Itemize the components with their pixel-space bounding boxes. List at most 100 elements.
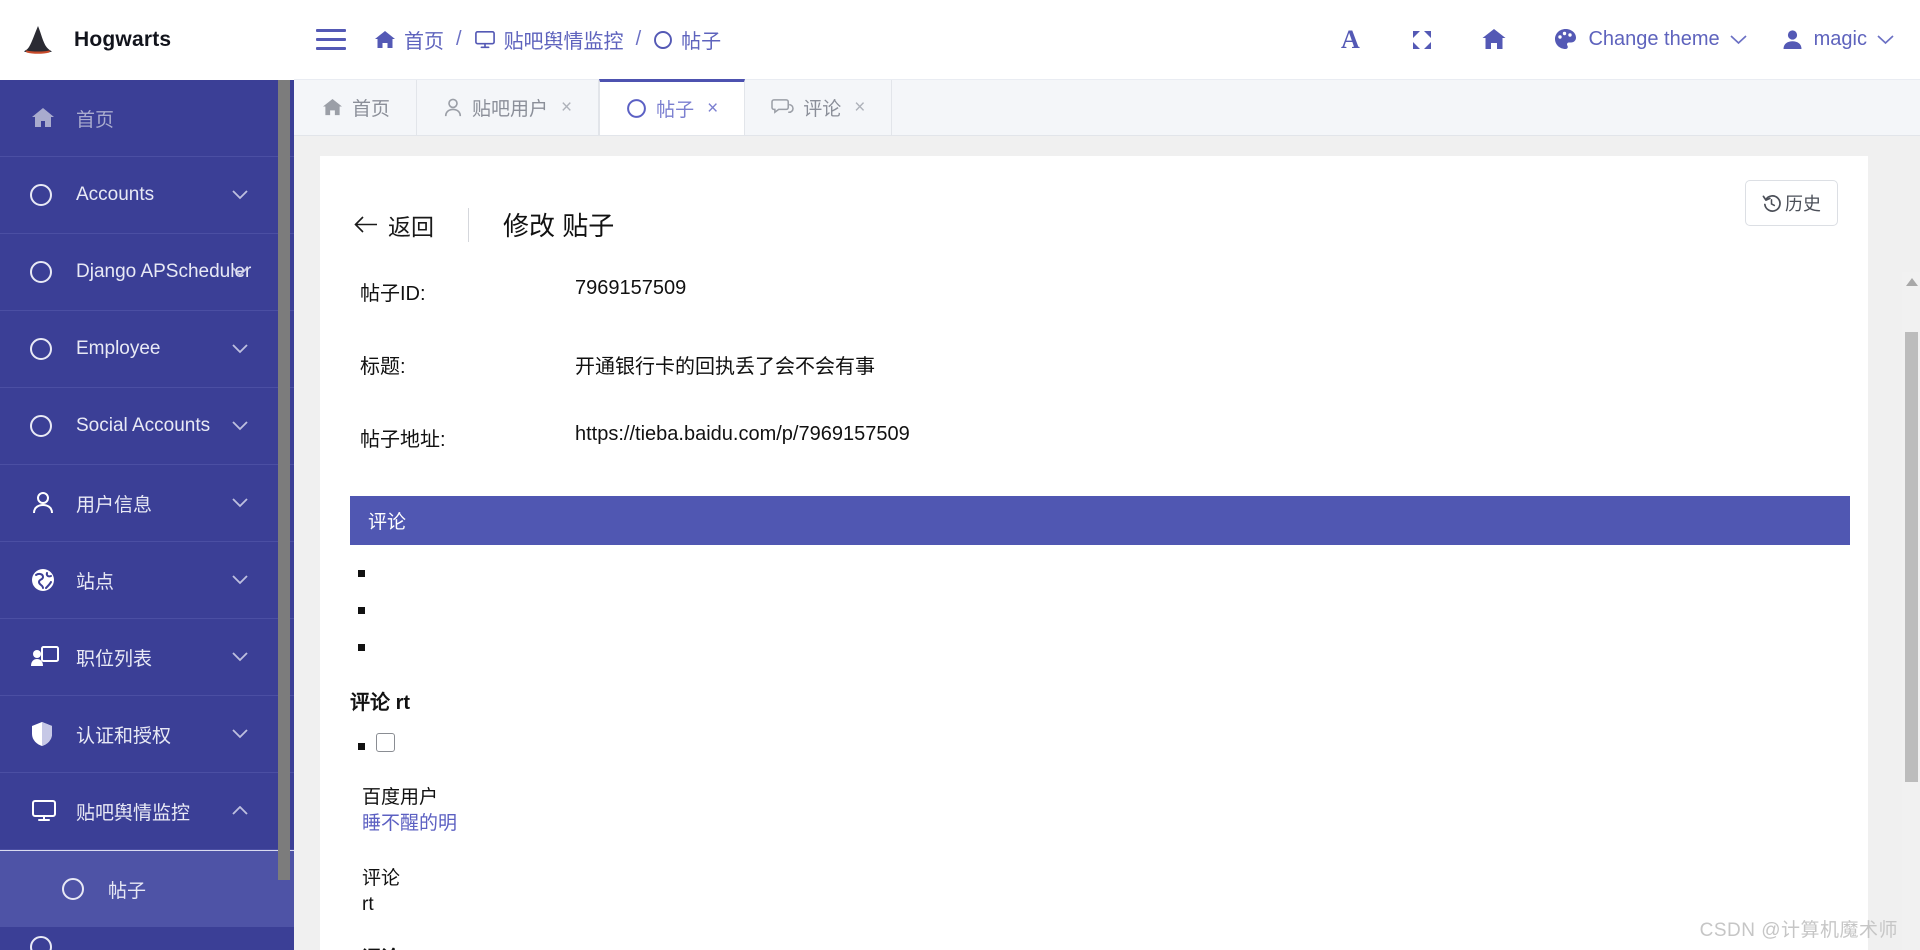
sidebar-item-label: 职位列表: [76, 648, 153, 670]
font-size-icon[interactable]: A: [1325, 15, 1375, 65]
globe-icon: [30, 567, 70, 593]
sidebar-item-label: Social Accounts: [76, 415, 211, 436]
field-label: 标题:: [360, 356, 406, 378]
content-scrollbar[interactable]: [1902, 272, 1920, 950]
shield-icon: [30, 721, 70, 747]
comments-icon: [771, 97, 795, 118]
fullscreen-icon[interactable]: [1397, 15, 1447, 65]
comment-author-block: 百度用户 睡不醒的明: [362, 785, 1868, 836]
sidebar-item-site[interactable]: 站点: [0, 542, 294, 619]
comment-body-block: 评论 rt: [362, 866, 1868, 917]
tab-posts[interactable]: 帖子 ×: [599, 79, 746, 135]
sidebar-item-label: Employee: [76, 338, 161, 359]
sidebar-item-tieba-monitor[interactable]: 贴吧舆情监控: [0, 773, 294, 850]
field-value: https://tieba.baidu.com/p/7969157509: [575, 423, 910, 445]
scroll-up-arrow-icon[interactable]: [1906, 278, 1918, 286]
tab-label: 贴吧用户: [472, 99, 549, 120]
chevron-down-icon: [1730, 34, 1747, 45]
sidebar-item-posts[interactable]: 帖子: [0, 850, 294, 927]
user-menu-button[interactable]: magic: [1781, 28, 1894, 51]
field-label: 帖子地址:: [360, 429, 446, 451]
tab-close-icon[interactable]: ×: [561, 97, 572, 119]
arrow-left-icon: [354, 216, 378, 233]
list-item: [320, 633, 1868, 670]
user-icon: [1781, 28, 1804, 51]
tab-comments[interactable]: 评论 ×: [745, 80, 893, 135]
topbar: 首页 / 贴吧舆情监控 / 帖子 A Change theme magic: [294, 0, 1920, 80]
comment-select-row: [320, 733, 1868, 759]
history-icon: [1762, 194, 1781, 213]
comment-body-label: 评论: [362, 868, 401, 890]
list-item: [320, 596, 1868, 633]
change-theme-button[interactable]: Change theme: [1553, 27, 1747, 52]
monitor-icon: [474, 30, 496, 50]
user-icon: [30, 490, 70, 516]
sidebar-item-django-apscheduler[interactable]: Django APScheduler: [0, 234, 294, 311]
back-button[interactable]: 返回: [354, 208, 434, 242]
tab-home[interactable]: 首页: [296, 80, 418, 135]
sidebar-item-label: 认证和授权: [76, 725, 172, 747]
sidebar-item-home[interactable]: 首页: [0, 80, 294, 157]
comment-subheading-value: rt: [395, 692, 411, 714]
sidebar-item-employee[interactable]: Employee: [0, 311, 294, 388]
chevron-down-icon: [232, 190, 248, 200]
user-icon: [443, 97, 463, 118]
content-area: 返回 修改 贴子 历史 帖子ID: 7969157509 标题: 开通银行卡的回…: [294, 136, 1920, 950]
post-fields: 帖子ID: 7969157509 标题: 开通银行卡的回执丢了会不会有事 帖子地…: [320, 251, 1868, 452]
hamburger-icon[interactable]: [316, 28, 346, 51]
chevron-down-icon: [232, 729, 248, 739]
wizard-hat-icon: [16, 18, 60, 62]
sidebar-item-social-accounts[interactable]: Social Accounts: [0, 388, 294, 465]
tab-close-icon[interactable]: ×: [854, 97, 865, 119]
breadcrumb-item-home[interactable]: 首页: [374, 25, 444, 54]
breadcrumb-item-posts[interactable]: 帖子: [653, 25, 721, 54]
field-label: 帖子ID:: [360, 283, 426, 305]
chevron-down-icon: [232, 498, 248, 508]
breadcrumb-item-tieba-monitor[interactable]: 贴吧舆情监控: [474, 25, 624, 54]
comment-subheading: 评论 rt: [350, 686, 1868, 715]
comment-checkbox[interactable]: [376, 733, 395, 752]
circle-icon: [30, 415, 70, 437]
circle-icon: [30, 261, 70, 283]
home-icon: [322, 98, 343, 117]
tab-label: 评论: [803, 99, 842, 120]
page-title: 修改 贴子: [503, 211, 615, 241]
home-icon[interactable]: [1469, 15, 1519, 65]
edit-post-card: 返回 修改 贴子 历史 帖子ID: 7969157509 标题: 开通银行卡的回…: [320, 156, 1868, 950]
chevron-down-icon: [232, 421, 248, 431]
brand-header[interactable]: Hogwarts: [0, 0, 294, 80]
sidebar-item-next[interactable]: [0, 927, 294, 950]
sidebar-item-label: 用户信息: [76, 494, 153, 516]
chevron-down-icon: [1877, 34, 1894, 45]
breadcrumb-label: 帖子: [681, 31, 722, 53]
sidebar-item-label: 站点: [76, 571, 115, 593]
comment-author-link[interactable]: 睡不醒的明: [362, 813, 457, 834]
circle-icon: [30, 935, 70, 950]
comment-body-text: rt: [362, 893, 374, 915]
sidebar-item-accounts[interactable]: Accounts: [0, 157, 294, 234]
brand-title: Hogwarts: [74, 28, 172, 51]
history-button[interactable]: 历史: [1745, 180, 1838, 226]
monitor-icon: [30, 798, 70, 824]
chevron-down-icon: [232, 267, 248, 277]
sidebar-item-label: 帖子: [108, 880, 147, 902]
breadcrumb-separator: /: [456, 28, 462, 50]
scrollbar-thumb[interactable]: [1905, 332, 1918, 782]
sidebar-item-position-list[interactable]: 职位列表: [0, 619, 294, 696]
field-value: 7969157509: [575, 277, 687, 299]
breadcrumb-label: 首页: [404, 31, 444, 53]
sidebar: Hogwarts 首页 Accounts Django APScheduler …: [0, 0, 294, 950]
change-theme-label: Change theme: [1588, 28, 1720, 50]
card-header: 返回 修改 贴子 历史: [320, 180, 1868, 251]
sidebar-item-user-info[interactable]: 用户信息: [0, 465, 294, 542]
sidebar-item-label: Accounts: [76, 184, 155, 205]
tab-close-icon[interactable]: ×: [707, 98, 718, 120]
field-title: 标题: 开通银行卡的回执丢了会不会有事: [360, 350, 1868, 379]
list-item: [320, 559, 1868, 596]
sidebar-item-auth[interactable]: 认证和授权: [0, 696, 294, 773]
sidebar-item-label: 贴吧舆情监控: [76, 802, 191, 824]
back-label: 返回: [388, 213, 434, 240]
tab-label: 首页: [352, 99, 391, 120]
sidebar-scrollbar[interactable]: [278, 80, 290, 880]
tab-tieba-users[interactable]: 贴吧用户 ×: [417, 80, 600, 135]
